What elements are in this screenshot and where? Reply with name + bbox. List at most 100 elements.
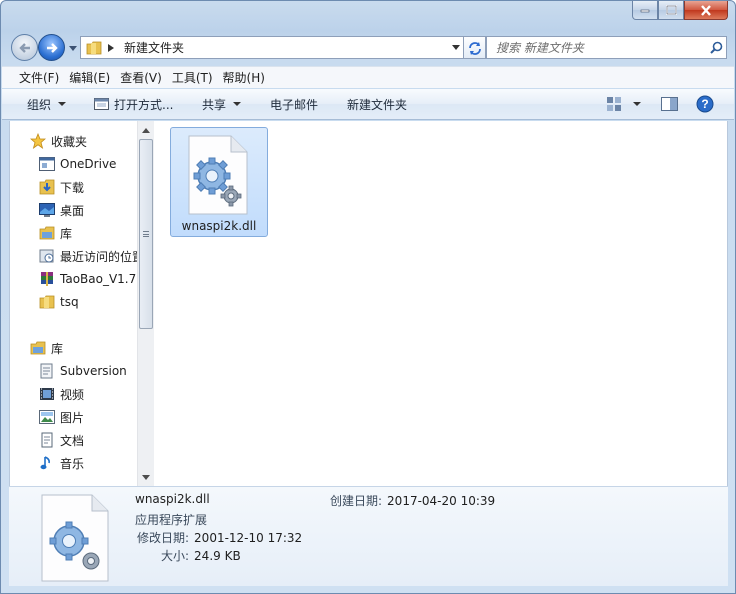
- minimize-button[interactable]: [632, 1, 658, 20]
- menu-tools[interactable]: 工具(T): [167, 69, 218, 86]
- view-icon: [607, 97, 621, 111]
- details-file-type: 应用程序扩展: [135, 513, 208, 527]
- dll-gear-icon: [188, 135, 248, 215]
- star-icon: [29, 133, 47, 149]
- new-folder-button[interactable]: 新建文件夹: [347, 92, 407, 116]
- nav-item-pictures[interactable]: 图片: [38, 407, 84, 427]
- subversion-icon: [38, 363, 56, 379]
- music-icon: [38, 455, 56, 471]
- menu-file[interactable]: 文件(F): [2, 69, 64, 86]
- grip-icon: [143, 231, 149, 237]
- menu-edit[interactable]: 编辑(E): [64, 69, 115, 86]
- organize-button[interactable]: 组织: [27, 92, 67, 116]
- main-content: 收藏夹 OneDrive 下载 桌面 库 最近访问的位置 TaoBao_V1.7…: [9, 121, 728, 486]
- library-icon: [38, 225, 56, 241]
- library-icon: [29, 340, 47, 356]
- nav-label: tsq: [60, 295, 79, 309]
- menu-help[interactable]: 帮助(H): [218, 69, 270, 86]
- open-with-icon: [94, 98, 109, 110]
- details-size-value: 24.9 KB: [194, 549, 241, 563]
- nav-label: TaoBao_V1.7: [60, 272, 137, 286]
- nav-label: 视频: [60, 387, 85, 402]
- refresh-button[interactable]: [464, 36, 486, 59]
- command-bar: 组织 打开方式... 共享 电子邮件 新建文件夹 ?: [2, 89, 734, 120]
- nav-item-tsq[interactable]: tsq: [38, 292, 79, 312]
- nav-item-desktop[interactable]: 桌面: [38, 200, 84, 220]
- nav-item-downloads[interactable]: 下载: [38, 177, 84, 197]
- navigation-pane: 收藏夹 OneDrive 下载 桌面 库 最近访问的位置 TaoBao_V1.7…: [10, 121, 137, 486]
- details-size-row: 大小: 24.9 KB: [161, 547, 241, 564]
- nav-item-library[interactable]: 库: [38, 223, 72, 243]
- dll-gear-icon: [41, 494, 109, 582]
- details-modified-value: 2001-12-10 17:32: [194, 531, 303, 545]
- folder-icon: [38, 294, 56, 310]
- help-icon: ?: [696, 95, 714, 113]
- new-folder-label: 新建文件夹: [347, 97, 408, 112]
- explorer-window: 新建文件夹 搜索 新建文件夹 文件(F) 编辑(E) 查看(V) 工具(T) 帮…: [0, 0, 736, 594]
- svg-text:?: ?: [701, 97, 708, 111]
- nav-item-music[interactable]: 音乐: [38, 453, 84, 473]
- chevron-down-icon: [58, 102, 67, 106]
- open-with-button[interactable]: 打开方式...: [94, 92, 173, 116]
- scrollbar-thumb[interactable]: [139, 139, 153, 329]
- scroll-down-icon[interactable]: [138, 469, 154, 485]
- forward-button[interactable]: [38, 34, 65, 61]
- pictures-icon: [38, 409, 56, 425]
- file-list: wnaspi2k.dll: [155, 121, 727, 486]
- nav-label: Subversion: [60, 364, 127, 378]
- downloads-folder-icon: [38, 179, 56, 195]
- details-created-label: 创建日期:: [330, 494, 383, 508]
- nav-label: 库: [51, 341, 64, 356]
- nav-favorites-header[interactable]: 收藏夹: [29, 131, 87, 151]
- nav-item-subversion[interactable]: Subversion: [38, 361, 127, 381]
- recent-places-icon: [38, 248, 56, 264]
- share-button[interactable]: 共享: [202, 92, 242, 116]
- breadcrumb[interactable]: 新建文件夹: [124, 39, 449, 56]
- desktop-icon: [38, 202, 56, 218]
- address-dropdown-icon[interactable]: [449, 37, 463, 58]
- folder-icon: [86, 40, 102, 56]
- nav-label: 图片: [60, 410, 85, 425]
- menu-bar: 文件(F) 编辑(E) 查看(V) 工具(T) 帮助(H): [2, 66, 734, 88]
- email-button[interactable]: 电子邮件: [270, 92, 318, 116]
- scroll-up-icon[interactable]: [138, 122, 154, 138]
- details-modified-row: 修改日期: 2001-12-10 17:32: [137, 529, 302, 546]
- nav-item-videos[interactable]: 视频: [38, 384, 84, 404]
- help-button[interactable]: ?: [696, 92, 714, 116]
- nav-scrollbar[interactable]: [137, 121, 154, 486]
- address-bar[interactable]: 新建文件夹: [80, 36, 464, 59]
- nav-label: 文档: [60, 433, 85, 448]
- preview-pane-button[interactable]: [661, 92, 678, 116]
- menu-view[interactable]: 查看(V): [115, 69, 167, 86]
- history-dropdown-icon[interactable]: [67, 43, 79, 53]
- preview-pane-icon: [661, 97, 678, 111]
- nav-label: 音乐: [60, 456, 85, 471]
- nav-item-taobao[interactable]: TaoBao_V1.7: [38, 269, 136, 289]
- search-input[interactable]: 搜索 新建文件夹: [486, 36, 727, 59]
- nav-label: 库: [60, 226, 73, 241]
- open-with-label: 打开方式...: [114, 97, 174, 112]
- nav-libraries-header[interactable]: 库: [29, 338, 63, 358]
- details-file-name: wnaspi2k.dll: [135, 492, 210, 506]
- change-view-button[interactable]: [606, 92, 641, 116]
- search-icon[interactable]: [706, 41, 726, 54]
- breadcrumb-separator-icon[interactable]: [108, 43, 116, 52]
- caption-buttons: [632, 1, 728, 21]
- details-created-row: 创建日期: 2017-04-20 10:39: [330, 492, 495, 509]
- document-icon: [38, 432, 56, 448]
- close-button[interactable]: [684, 1, 728, 20]
- nav-item-onedrive[interactable]: OneDrive: [38, 154, 116, 174]
- search-placeholder: 搜索 新建文件夹: [496, 41, 584, 55]
- file-name: wnaspi2k.dll: [181, 219, 257, 233]
- file-item[interactable]: wnaspi2k.dll: [170, 127, 268, 237]
- rar-archive-icon: [38, 271, 56, 287]
- nav-item-documents[interactable]: 文档: [38, 430, 84, 450]
- back-button[interactable]: [11, 34, 38, 61]
- maximize-button[interactable]: [658, 1, 684, 20]
- nav-label: 最近访问的位置: [60, 249, 137, 264]
- chevron-down-icon[interactable]: [633, 102, 641, 106]
- nav-label: 下载: [60, 180, 85, 195]
- nav-label: OneDrive: [60, 157, 117, 171]
- details-size-label: 大小:: [161, 549, 190, 563]
- nav-item-recent-places[interactable]: 最近访问的位置: [38, 246, 137, 266]
